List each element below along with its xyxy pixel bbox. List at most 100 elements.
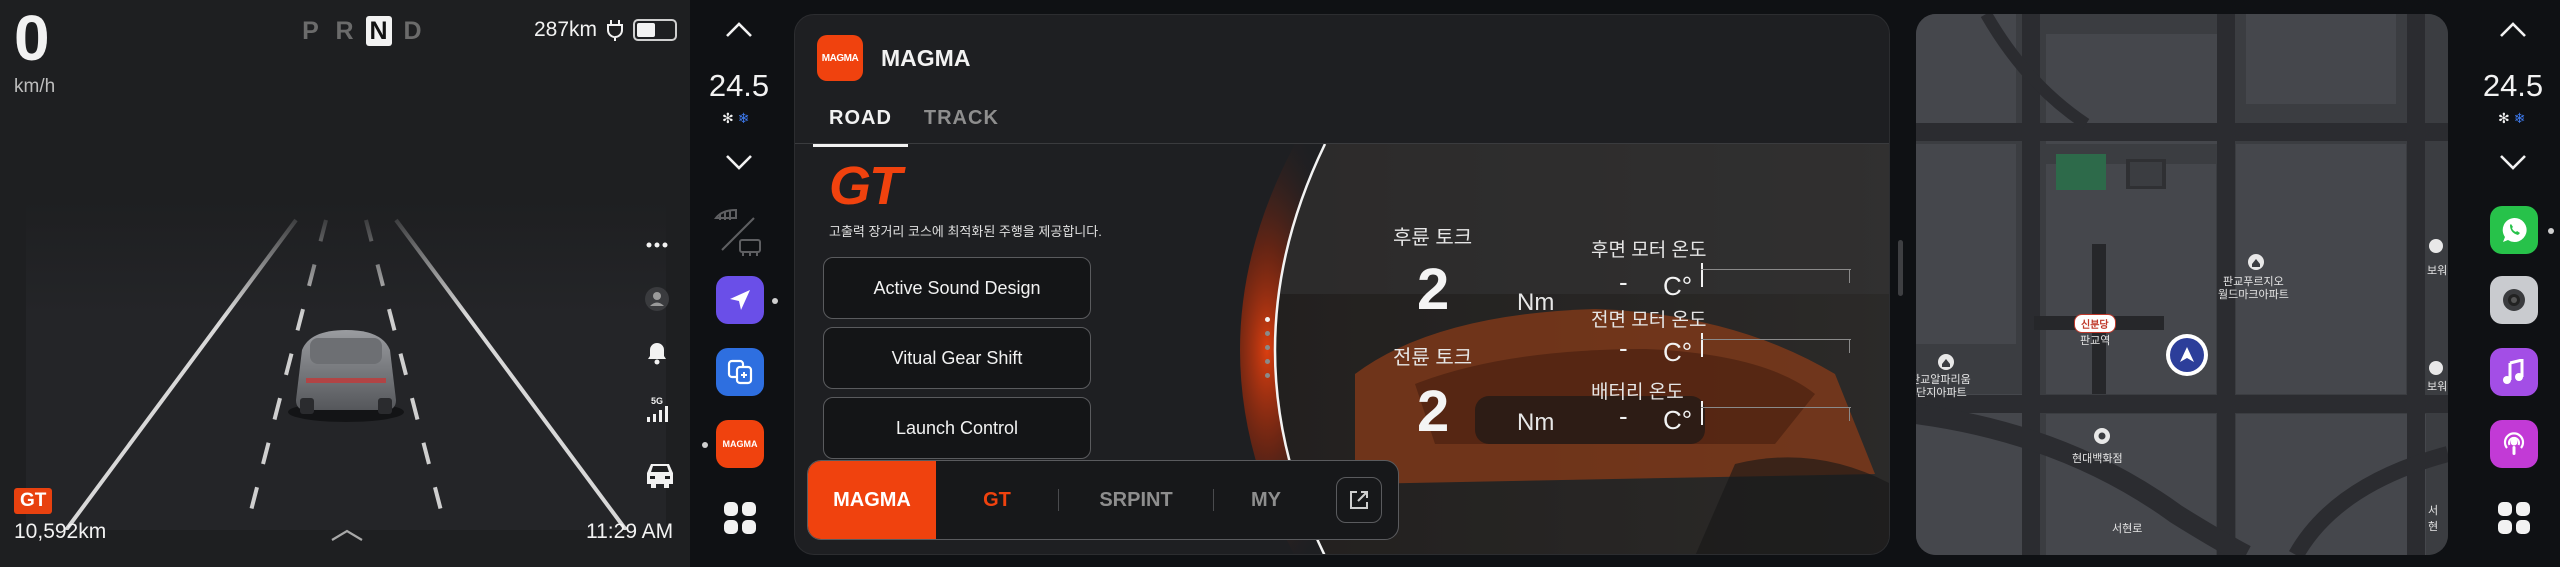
mode-magma-button[interactable]: MAGMA: [808, 461, 936, 539]
active-sound-design-button[interactable]: Active Sound Design: [823, 257, 1091, 319]
odometer: 10,592km: [14, 520, 107, 543]
open-external-icon: [1350, 491, 1368, 509]
snowflake-icon: ❄: [2513, 110, 2526, 126]
temp-gauge-end: [1849, 269, 1850, 283]
gear-p: P: [302, 16, 320, 45]
speed-value: 0: [14, 2, 50, 74]
magma-app-icon-label: MAGMA: [722, 439, 758, 449]
camera-app-icon[interactable]: [2490, 276, 2538, 324]
tab-road[interactable]: ROAD: [813, 101, 908, 147]
app-grid-icon[interactable]: [722, 500, 758, 536]
rear-motor-temp-value: -: [1619, 267, 1628, 297]
apartment-label-right: 판교푸르지오 월드마크아파트: [2218, 276, 2289, 301]
panel-resize-handle[interactable]: [1898, 240, 1903, 296]
current-location-marker[interactable]: [2166, 334, 2208, 376]
road-scene: [26, 200, 666, 530]
cabin-temperature: 24.5: [2482, 68, 2544, 103]
temp-gauge-end: [1849, 339, 1850, 353]
speed-unit: km/h: [14, 76, 56, 97]
temp-down-chevron-icon[interactable]: [2498, 152, 2528, 172]
snowflake-icon: ❄: [737, 110, 750, 126]
navigation-map[interactable]: 신분당 판교역 판교푸르지오 월드마크아파트 판교알파리움 1단지아파트 현대백…: [1916, 14, 2448, 555]
music-app-icon[interactable]: [2490, 348, 2538, 396]
climate-mode-icons: ✻ ❄: [2498, 110, 2525, 127]
mode-my-button[interactable]: MY: [1214, 489, 1318, 512]
temp-gauge-line: [1701, 269, 1851, 270]
temp-down-chevron-icon[interactable]: [724, 152, 754, 172]
front-torque-label: 전륜 토크: [1393, 347, 1473, 369]
gear-r: R: [335, 16, 355, 45]
front-motor-temp-value: -: [1619, 333, 1628, 363]
app-title: MAGMA: [881, 45, 971, 71]
signal-label: 5G: [650, 395, 663, 406]
road-label: 서현로: [2112, 523, 2143, 535]
battery-temp-unit: C°: [1663, 405, 1693, 435]
more-options-icon[interactable]: [640, 228, 674, 262]
defrost-off-icon[interactable]: [712, 206, 764, 258]
poi-label-edge: 보워: [2427, 265, 2448, 277]
temp-gauge-line: [1701, 407, 1851, 408]
tabs-divider: [795, 143, 1889, 144]
temp-gauge-marker: [1701, 263, 1703, 287]
road-label-edge: 서현: [2428, 505, 2439, 533]
temp-gauge-marker: [1701, 333, 1703, 357]
page-dot: [1265, 331, 1270, 336]
map-canvas[interactable]: [1916, 14, 2448, 555]
temp-gauge-line: [1701, 339, 1851, 340]
page-dot: [1265, 373, 1270, 378]
temp-up-chevron-icon[interactable]: [724, 20, 754, 40]
mode-title: GT: [829, 156, 902, 216]
gear-selector: P R N D: [298, 16, 426, 46]
connectivity-app-icon[interactable]: [716, 348, 764, 396]
front-motor-temp-unit: C°: [1663, 337, 1693, 367]
battery-temp-label: 배터리 온도: [1591, 382, 1684, 403]
launch-control-button[interactable]: Launch Control: [823, 397, 1091, 459]
temp-gauge-end: [1849, 407, 1850, 421]
mode-gt-button[interactable]: GT: [936, 489, 1058, 512]
drive-mode-badge: GT: [14, 488, 53, 514]
active-app-dot: [772, 298, 778, 304]
whatsapp-app-icon[interactable]: [2490, 206, 2538, 254]
signal-5g-icon: 5G: [640, 392, 674, 426]
rear-motor-temp-label: 후면 모터 온도: [1591, 240, 1707, 261]
temp-up-chevron-icon[interactable]: [2498, 20, 2528, 40]
front-torque-unit: Nm: [1517, 409, 1555, 436]
car-status-icon[interactable]: [640, 458, 680, 492]
dock-right: 24.5 ✻ ❄: [2466, 0, 2560, 567]
temp-gauge-marker: [1701, 401, 1703, 425]
gear-d: D: [403, 16, 423, 45]
drive-mode-bar: MAGMA GT SRPINT MY: [807, 460, 1399, 540]
active-app-dot: [2548, 228, 2554, 234]
apartment-label-left: 판교알파리움 1단지아파트: [1916, 374, 1971, 399]
page-dot: [1265, 345, 1270, 350]
battery-temp-value: -: [1619, 401, 1628, 431]
cabin-temperature: 24.5: [708, 68, 770, 103]
virtual-gear-shift-button[interactable]: Vitual Gear Shift: [823, 327, 1091, 389]
battery-level-fill: [637, 23, 656, 37]
magma-app-icon[interactable]: MAGMA: [716, 420, 764, 468]
profile-icon[interactable]: [640, 282, 674, 316]
mode-description: 고출력 장거리 코스에 최적화된 주행을 제공합니다.: [829, 224, 1102, 239]
active-app-dot: [702, 442, 708, 448]
climate-mode-icons: ✻ ❄: [722, 110, 749, 127]
mode-sprint-button[interactable]: SRPINT: [1059, 489, 1213, 512]
page-dot-active: [1265, 317, 1270, 322]
chevron-up-icon[interactable]: [330, 528, 364, 542]
range-indicator: 287km: [534, 18, 678, 42]
rear-torque-label: 후륜 토크: [1393, 227, 1473, 249]
magma-app-window: MAGMA MAGMA ROAD TRACK GT 고출력 장거리 코스에 최적…: [794, 14, 1890, 555]
tab-track[interactable]: TRACK: [908, 101, 1015, 147]
fan-icon: ✻: [722, 110, 734, 126]
range-value: 287km: [534, 18, 598, 41]
charging-plug-icon: [605, 19, 625, 41]
open-external-button[interactable]: [1336, 477, 1382, 523]
store-label: 현대백화점: [2072, 453, 2123, 465]
navigation-app-icon[interactable]: [716, 276, 764, 324]
page-indicator: [1265, 317, 1270, 378]
gear-n: N: [366, 16, 392, 46]
rear-torque-value: 2: [1417, 257, 1450, 322]
notification-bell-icon[interactable]: [640, 336, 674, 370]
rear-motor-temp-unit: C°: [1663, 271, 1693, 301]
podcasts-app-icon[interactable]: [2490, 420, 2538, 468]
app-grid-icon[interactable]: [2496, 500, 2532, 536]
